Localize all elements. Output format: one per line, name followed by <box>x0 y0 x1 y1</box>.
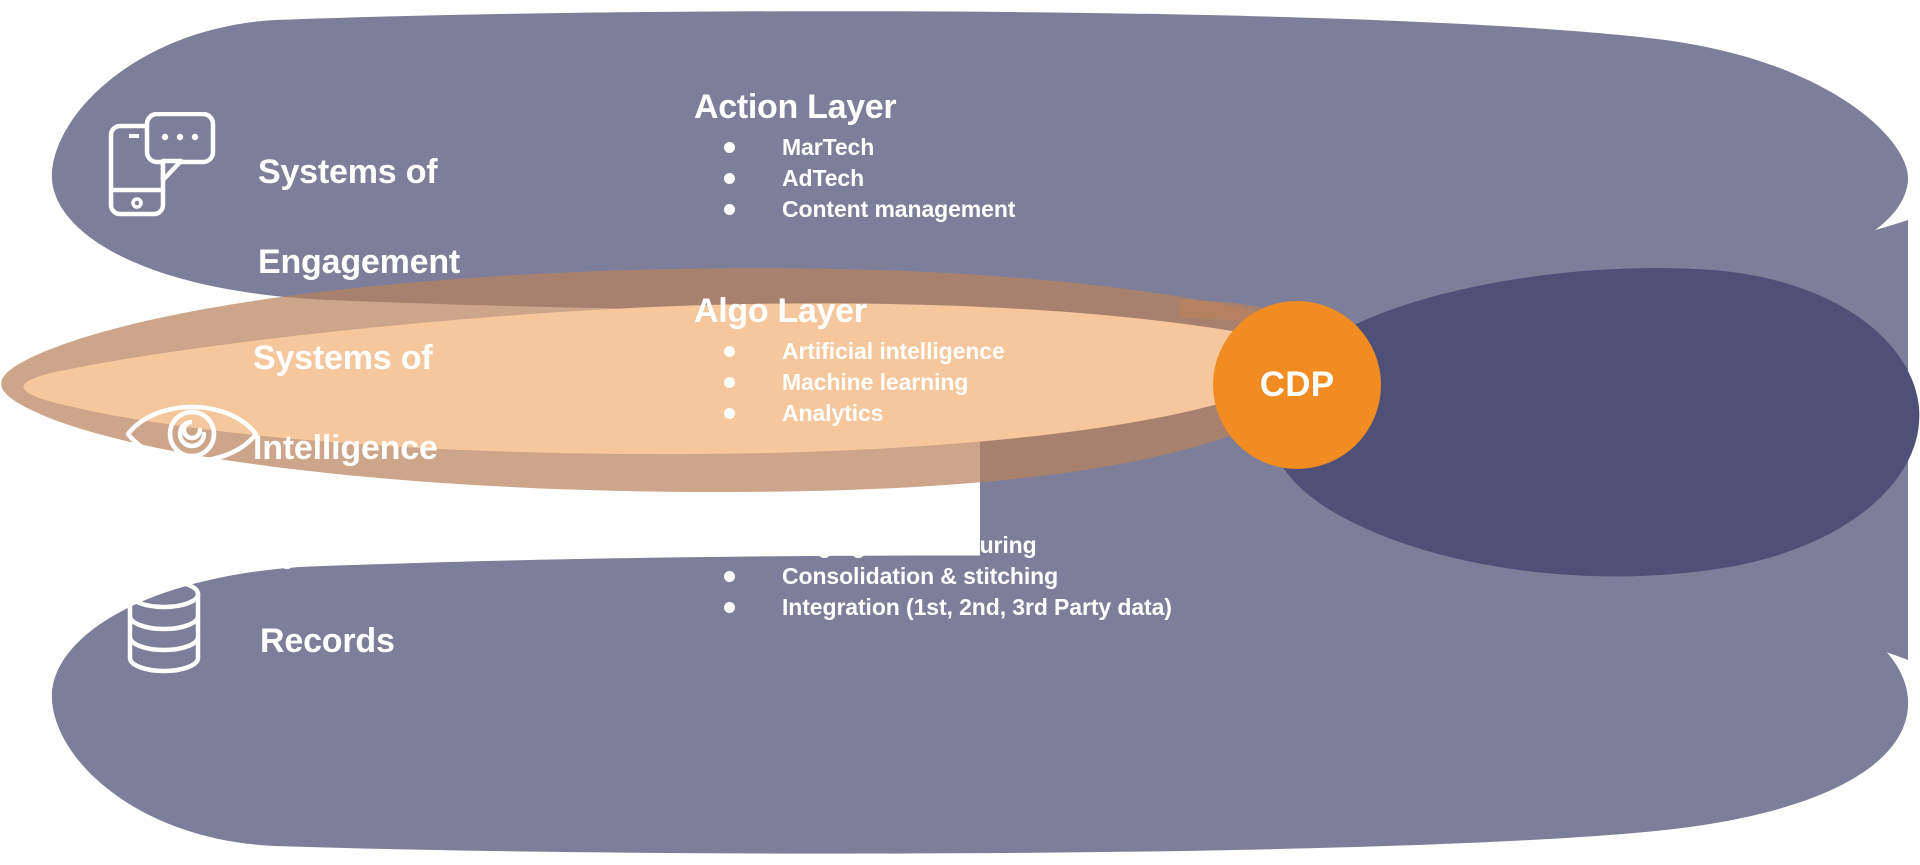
layer-heading-data: Data Layer <box>694 486 865 524</box>
bullet-dot-icon <box>724 203 735 215</box>
list-item: MarTech <box>694 132 1015 162</box>
bullet-label: Consolidation & stitching <box>782 563 1059 589</box>
list-item: Analytics <box>694 398 1005 428</box>
bullet-label: Staging & restructuring <box>782 532 1037 558</box>
eye-icon <box>122 388 262 485</box>
list-item: Integration (1st, 2nd, 3rd Party data) <box>694 592 1172 622</box>
layer-heading-algo: Algo Layer <box>694 292 867 330</box>
layer-block-action: Action Layer MarTech AdTech Content mana… <box>694 86 1015 225</box>
bullet-list-data: Staging & restructuring Consolidation & … <box>694 530 1172 622</box>
bullet-label: MarTech <box>782 134 875 160</box>
row-title-intelligence-line1: Systems of <box>253 339 433 377</box>
row-title-engagement-line2: Engagement <box>258 243 461 281</box>
diagram-canvas: Systems of Engagement Action Layer MarTe… <box>0 0 1920 865</box>
layer-heading-action: Action Layer <box>694 88 897 126</box>
cdp-node-label[interactable]: CDP <box>1217 365 1377 405</box>
bullet-dot-icon <box>724 539 735 551</box>
list-item: Staging & restructuring <box>694 530 1172 560</box>
bullet-dot-icon <box>724 345 735 357</box>
bullet-list-action: MarTech AdTech Content management <box>694 132 1015 224</box>
row-title-records-line1: Systems of <box>260 532 440 570</box>
row-title-records-line2: Records <box>260 622 395 660</box>
bullet-label: AdTech <box>782 165 865 191</box>
bullet-label: Artificial intelligence <box>782 338 1005 364</box>
layer-block-data: Data Layer Staging & restructuring Conso… <box>694 484 1172 623</box>
list-item: Content management <box>694 194 1015 224</box>
bullet-dot-icon <box>724 601 735 613</box>
bullet-dot-icon <box>724 141 735 153</box>
bullet-label: Analytics <box>782 400 884 426</box>
row-title-intelligence-line2: Intelligence <box>253 429 438 467</box>
bullet-dot-icon <box>724 172 735 184</box>
mobile-chat-icon <box>105 111 217 225</box>
database-icon <box>118 578 210 679</box>
bullet-dot-icon <box>724 376 735 388</box>
list-item: AdTech <box>694 163 1015 193</box>
bullet-dot-icon <box>724 407 735 419</box>
bullet-list-algo: Artificial intelligence Machine learning… <box>694 336 1005 428</box>
layer-block-algo: Algo Layer Artificial intelligence Machi… <box>694 290 1005 429</box>
row-title-records: Systems of Records <box>260 484 660 709</box>
list-item: Artificial intelligence <box>694 336 1005 366</box>
bullet-label: Machine learning <box>782 369 969 395</box>
bullet-dot-icon <box>724 570 735 582</box>
row-title-engagement-line1: Systems of <box>258 153 438 191</box>
bullet-label: Content management <box>782 196 1016 222</box>
row-title-intelligence: Systems of Intelligence <box>253 291 653 516</box>
list-item: Consolidation & stitching <box>694 561 1172 591</box>
bullet-label: Integration (1st, 2nd, 3rd Party data) <box>782 594 1172 620</box>
list-item: Machine learning <box>694 367 1005 397</box>
